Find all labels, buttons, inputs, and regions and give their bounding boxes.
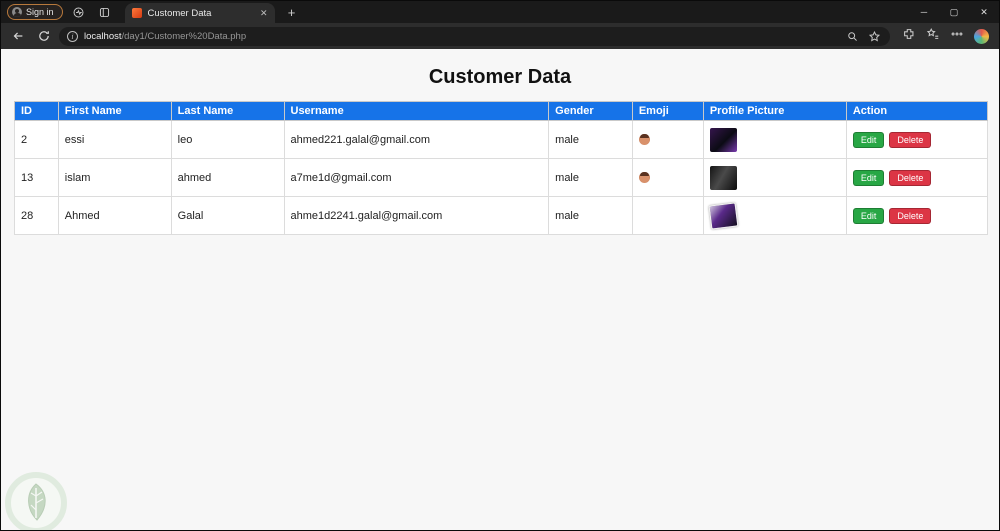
header-username: Username	[283, 101, 550, 121]
titlebar: Sign in Customer Data ✕ + ─ ▢ ✕	[1, 1, 999, 23]
sign-in-avatar-icon	[12, 7, 22, 17]
cell-profile-picture	[702, 158, 847, 197]
face-emoji-icon	[638, 172, 650, 183]
site-info-icon[interactable]: i	[67, 30, 78, 42]
table-header-row: ID First Name Last Name Username Gender …	[14, 101, 989, 121]
header-last-name: Last Name	[170, 101, 285, 121]
cell-id: 2	[14, 120, 59, 159]
cell-id: 13	[14, 158, 59, 197]
header-emoji: Emoji	[631, 101, 704, 121]
cell-profile-picture	[702, 196, 847, 235]
page-title: Customer Data	[428, 66, 572, 88]
edit-button[interactable]: Edit	[852, 207, 885, 224]
table-row: 13 islam ahmed a7me1d@gmail.com male Edi…	[14, 158, 989, 197]
cell-action: Edit Delete	[845, 158, 989, 197]
header-profile-picture: Profile Picture	[702, 101, 847, 121]
cell-action: Edit Delete	[845, 120, 989, 159]
maximize-button[interactable]: ▢	[939, 1, 969, 23]
cell-username: ahmed221.galal@gmail.com	[283, 120, 550, 159]
extensions-icon[interactable]	[902, 27, 916, 46]
sign-in-label: Sign in	[26, 7, 54, 17]
tab-favicon-icon	[131, 8, 142, 18]
cell-action: Edit Delete	[845, 196, 989, 235]
cell-emoji	[631, 158, 704, 197]
table-row: 2 essi leo ahmed221.galal@gmail.com male…	[14, 120, 989, 159]
cell-username: a7me1d@gmail.com	[283, 158, 550, 197]
address-bar[interactable]: i localhost/day1/Customer%20Data.php	[59, 26, 890, 46]
cell-emoji	[631, 120, 704, 159]
header-gender: Gender	[548, 101, 633, 121]
url-host: localhost	[84, 30, 122, 42]
customer-table: ID First Name Last Name Username Gender …	[14, 101, 989, 235]
page-content: Customer Data ID First Name Last Name Us…	[1, 49, 999, 530]
cell-first-name: islam	[57, 158, 172, 197]
cell-last-name: leo	[170, 120, 285, 159]
profile-picture-thumbnail	[708, 201, 739, 230]
favorites-icon[interactable]	[926, 27, 940, 46]
cell-username: ahme1d2241.galal@gmail.com	[283, 196, 550, 235]
tab-customer-data[interactable]: Customer Data ✕	[124, 3, 275, 23]
url-path: /day1/Customer%20Data.php	[121, 30, 247, 42]
cell-first-name: Ahmed	[57, 196, 172, 235]
delete-button[interactable]: Delete	[889, 131, 932, 148]
delete-button[interactable]: Delete	[889, 169, 932, 186]
url-text[interactable]: localhost/day1/Customer%20Data.php	[84, 31, 838, 42]
cell-gender: male	[548, 120, 633, 159]
cell-id: 28	[14, 196, 59, 235]
profile-avatar[interactable]	[974, 28, 989, 44]
close-button[interactable]: ✕	[969, 1, 999, 23]
sign-in-button[interactable]: Sign in	[7, 4, 63, 20]
face-emoji-icon	[638, 134, 650, 145]
tab-close-icon[interactable]: ✕	[260, 8, 268, 19]
cell-emoji	[631, 196, 704, 235]
header-action: Action	[845, 101, 989, 121]
cell-first-name: essi	[57, 120, 172, 159]
cell-gender: male	[548, 158, 633, 197]
new-tab-button[interactable]: +	[283, 5, 301, 20]
header-id: ID	[14, 101, 59, 121]
window-controls: ─ ▢ ✕	[909, 1, 999, 23]
toolbar: i localhost/day1/Customer%20Data.php	[1, 23, 999, 49]
cell-last-name: ahmed	[170, 158, 285, 197]
refresh-icon[interactable]	[33, 26, 55, 46]
edit-button[interactable]: Edit	[852, 131, 885, 148]
profile-picture-thumbnail	[709, 165, 737, 190]
profile-picture-thumbnail	[709, 127, 737, 152]
edit-button[interactable]: Edit	[852, 169, 885, 186]
toolbar-right-icons	[902, 27, 989, 46]
cell-profile-picture	[702, 120, 847, 159]
more-options-icon[interactable]	[950, 27, 964, 46]
minimize-button[interactable]: ─	[909, 1, 939, 23]
search-icon[interactable]	[844, 30, 860, 43]
browser-window: Sign in Customer Data ✕ + ─ ▢ ✕ i localh…	[0, 0, 1000, 531]
header-first-name: First Name	[57, 101, 172, 121]
leaf-watermark-logo	[5, 472, 67, 530]
cell-gender: male	[548, 196, 633, 235]
tab-actions-icon[interactable]	[95, 3, 115, 21]
cell-last-name: Galal	[170, 196, 285, 235]
table-row: 28 Ahmed Galal ahme1d2241.galal@gmail.co…	[14, 196, 989, 235]
tab-title: Customer Data	[147, 7, 212, 19]
delete-button[interactable]: Delete	[889, 207, 932, 224]
browser-essentials-icon[interactable]	[69, 3, 89, 21]
back-icon[interactable]	[7, 26, 29, 46]
favorite-star-icon[interactable]	[866, 30, 882, 43]
